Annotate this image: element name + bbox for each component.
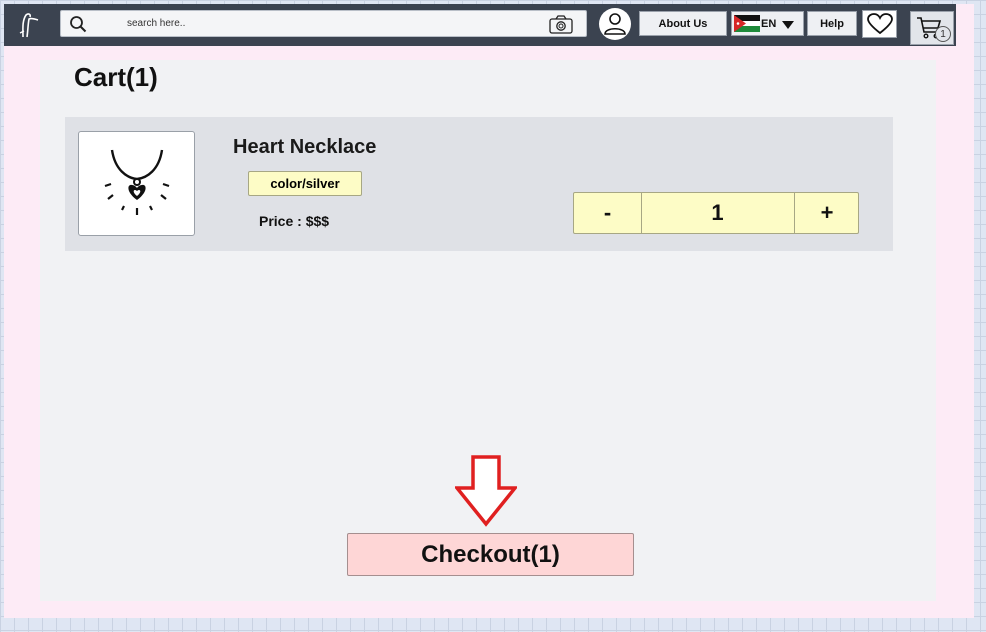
- arrow-down-icon: [455, 455, 517, 527]
- cart-button[interactable]: 1: [910, 11, 954, 45]
- search-bar[interactable]: search here..: [60, 10, 587, 37]
- product-price: Price : $$$: [259, 213, 330, 229]
- product-name: Heart Necklace: [233, 136, 377, 158]
- search-icon[interactable]: [69, 15, 87, 33]
- language-selector[interactable]: EN: [731, 11, 804, 36]
- wishlist-button[interactable]: [862, 10, 897, 38]
- user-icon[interactable]: [599, 8, 631, 40]
- logo-icon[interactable]: [14, 11, 42, 39]
- language-label: EN: [761, 17, 777, 30]
- search-input[interactable]: search here..: [127, 18, 185, 29]
- quantity-stepper: - 1 +: [573, 192, 859, 234]
- checkout-button[interactable]: Checkout(1): [347, 533, 634, 576]
- camera-icon[interactable]: [549, 15, 573, 34]
- increase-quantity-button[interactable]: +: [794, 193, 859, 233]
- product-image[interactable]: [78, 131, 195, 236]
- caret-down-icon: [782, 20, 795, 29]
- help-button[interactable]: Help: [807, 11, 857, 36]
- decrease-quantity-button[interactable]: -: [574, 193, 642, 233]
- quantity-value[interactable]: 1: [641, 193, 794, 233]
- variant-badge: color/silver: [248, 171, 362, 196]
- about-us-button[interactable]: About Us: [639, 11, 727, 36]
- flag-icon: [734, 15, 760, 32]
- page-title: Cart(1): [74, 62, 158, 92]
- cart-count-badge: 1: [935, 26, 951, 42]
- necklace-icon: [104, 149, 170, 215]
- heart-icon: [866, 13, 893, 35]
- top-navigation-bar: search here.. About Us EN Help 1: [4, 4, 956, 46]
